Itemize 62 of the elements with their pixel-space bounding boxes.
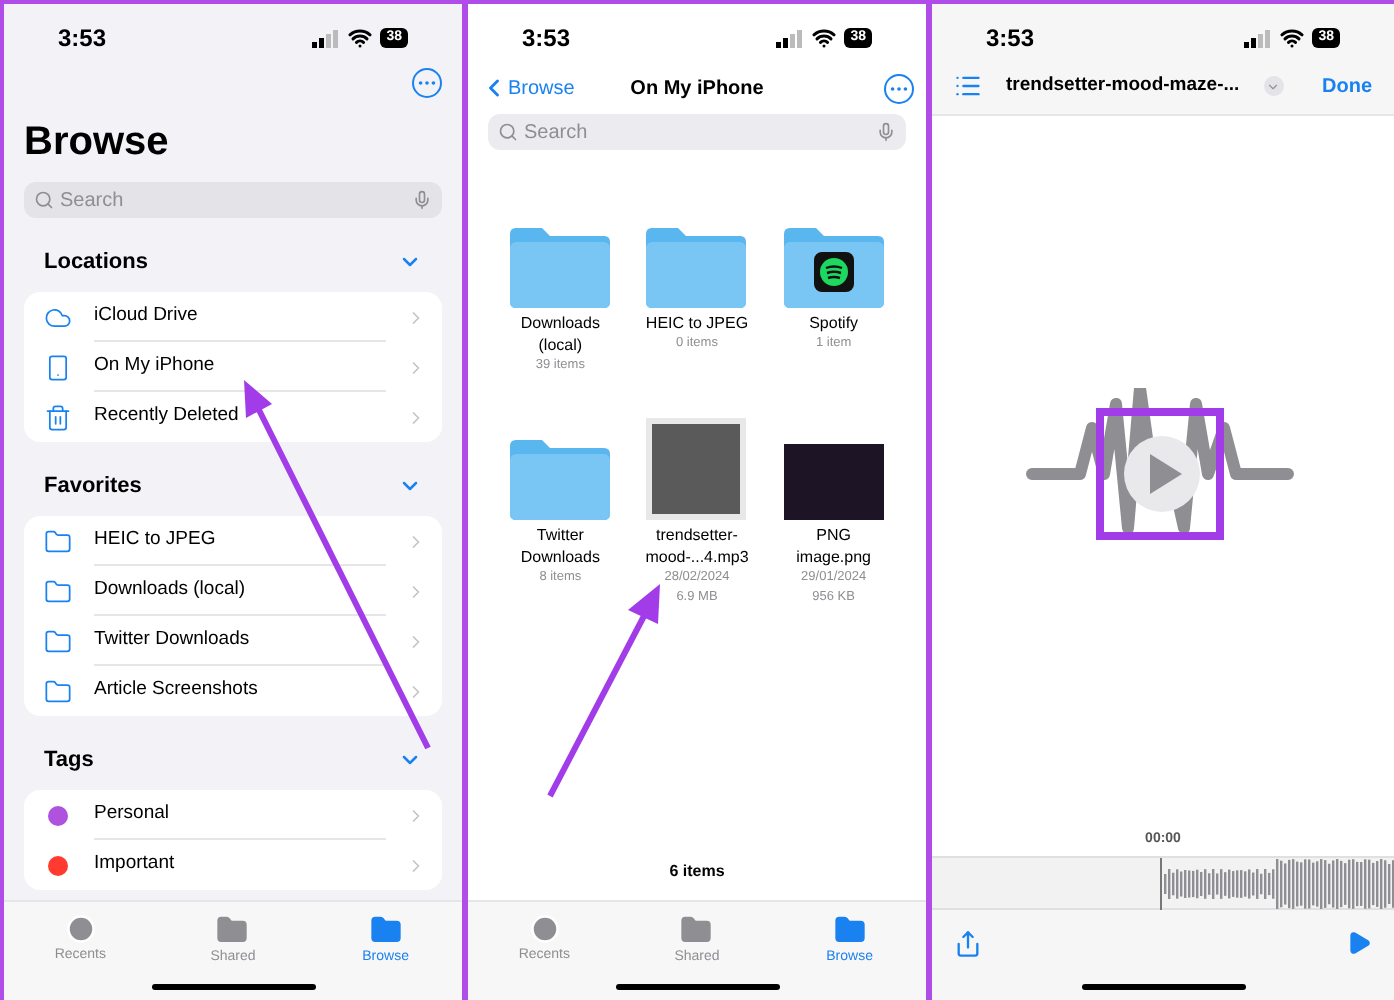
list-row[interactable]: Twitter Downloads xyxy=(24,616,442,666)
list-row[interactable]: HEIC to JPEG xyxy=(24,516,442,566)
status-time: 3:53 xyxy=(522,22,571,56)
search-input[interactable]: Search xyxy=(524,117,870,147)
chevron-down-icon[interactable] xyxy=(1263,76,1284,96)
search-input[interactable]: Search xyxy=(60,185,406,215)
folder-icon xyxy=(44,527,72,555)
list-row[interactable]: Personal xyxy=(24,790,442,840)
trash-icon xyxy=(44,403,72,431)
folder-icon xyxy=(44,577,72,605)
back-button[interactable]: Browse xyxy=(480,73,575,103)
screen-title: On My iPhone xyxy=(630,75,764,103)
signal-icon xyxy=(1244,29,1273,47)
page-title: Browse xyxy=(22,118,171,168)
play-button[interactable] xyxy=(1123,435,1199,512)
item-count: 6 items xyxy=(667,860,727,884)
more-options-button[interactable] xyxy=(412,68,442,98)
search-field[interactable]: Search xyxy=(24,182,442,218)
search-icon xyxy=(498,122,518,142)
folder-icon xyxy=(510,440,611,520)
status-time: 3:53 xyxy=(986,22,1035,56)
wifi-icon xyxy=(1280,26,1305,50)
done-button[interactable]: Done xyxy=(1322,71,1372,101)
wifi-icon xyxy=(348,26,373,50)
folder-icon xyxy=(833,914,866,946)
folder-icon xyxy=(369,914,402,946)
clock-icon xyxy=(65,914,96,944)
microphone-icon xyxy=(876,122,896,142)
signal-icon xyxy=(776,29,805,47)
list-row[interactable]: Article Screenshots xyxy=(24,666,442,716)
folder-icon xyxy=(646,228,747,308)
play-icon[interactable] xyxy=(1346,930,1372,956)
microphone-icon xyxy=(412,190,432,210)
file-title: trendsetter-mood-maze-... xyxy=(1006,71,1240,100)
status-time: 3:53 xyxy=(58,22,107,56)
more-options-button[interactable] xyxy=(884,73,914,103)
folder-icon xyxy=(510,228,611,308)
share-icon[interactable] xyxy=(954,930,982,958)
list-row[interactable]: Recently Deleted xyxy=(24,392,442,442)
folder-icon xyxy=(44,627,72,655)
list-row[interactable]: iCloud Drive xyxy=(24,292,442,342)
signal-icon xyxy=(312,29,341,47)
search-icon xyxy=(34,190,54,210)
photo-placeholder xyxy=(646,418,747,520)
waveform-scrubber[interactable] xyxy=(932,856,1394,910)
list-icon[interactable] xyxy=(954,72,982,100)
section-header: Tags xyxy=(44,745,94,776)
list-row[interactable]: Important xyxy=(24,840,442,890)
image-thumbnail xyxy=(783,444,884,520)
clock-icon xyxy=(529,914,560,944)
cloud-icon xyxy=(44,303,72,331)
section-header: Locations xyxy=(44,247,148,278)
list-row[interactable]: Downloads (local) xyxy=(24,566,442,616)
search-field[interactable]: Search xyxy=(488,114,906,150)
wifi-icon xyxy=(812,26,837,50)
highlight-box xyxy=(1095,407,1223,540)
phone-icon xyxy=(44,353,72,381)
app-folder-icon xyxy=(783,228,884,308)
shared-folder-icon xyxy=(216,914,249,946)
shared-folder-icon xyxy=(680,914,713,946)
section-header: Favorites xyxy=(44,471,142,502)
folder-icon xyxy=(44,677,72,705)
